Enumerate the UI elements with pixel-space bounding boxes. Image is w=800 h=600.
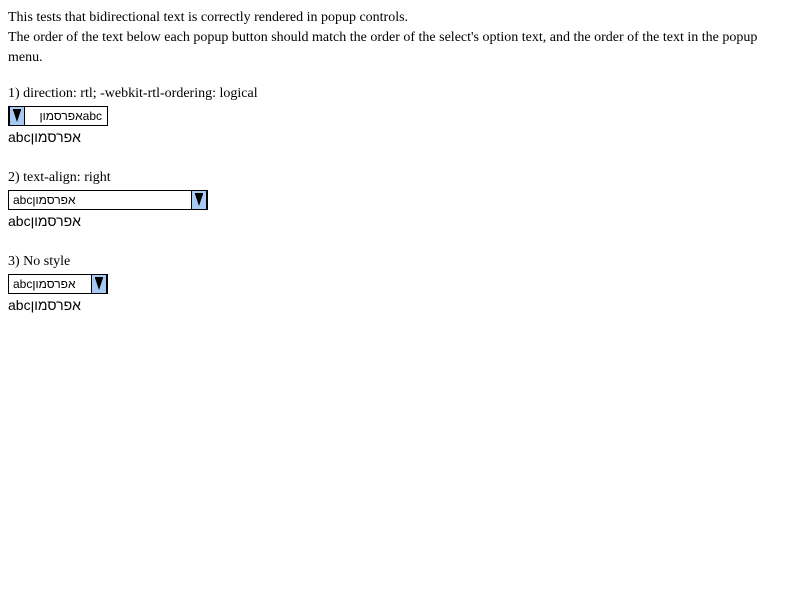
case-1-label: 1) direction: rtl; -webkit-rtl-ordering:… xyxy=(8,86,258,101)
intro-line-2: The order of the text below each popup b… xyxy=(8,30,758,65)
dropdown-arrow-button[interactable] xyxy=(91,275,107,293)
case-1-result-text: abcאפרסמון xyxy=(8,129,81,145)
case-2-result-text: abcאפרסמון xyxy=(8,213,81,229)
dropdown-arrow-button[interactable] xyxy=(9,107,25,125)
popup-selected-value: abcאפרסמון xyxy=(13,193,76,207)
popup-select-rtl[interactable]: אפרסמוןabc xyxy=(8,106,108,126)
chevron-down-icon xyxy=(95,277,103,290)
popup-select-align-right[interactable]: abcאפרסמון xyxy=(8,190,208,210)
chevron-down-icon xyxy=(13,109,21,122)
case-3-result-text: abcאפרסמון xyxy=(8,297,81,313)
popup-selected-value: abcאפרסמון xyxy=(13,277,76,291)
case-2-label: 2) text-align: right xyxy=(8,170,111,185)
popup-selected-value: אפרסמוןabc xyxy=(39,109,103,123)
intro-text: This tests that bidirectional text is co… xyxy=(8,8,788,68)
intro-line-1: This tests that bidirectional text is co… xyxy=(8,10,409,25)
chevron-down-icon xyxy=(195,193,203,206)
case-3-label: 3) No style xyxy=(8,254,71,269)
dropdown-arrow-button[interactable] xyxy=(191,191,207,209)
popup-select-no-style[interactable]: abcאפרסמון xyxy=(8,274,108,294)
